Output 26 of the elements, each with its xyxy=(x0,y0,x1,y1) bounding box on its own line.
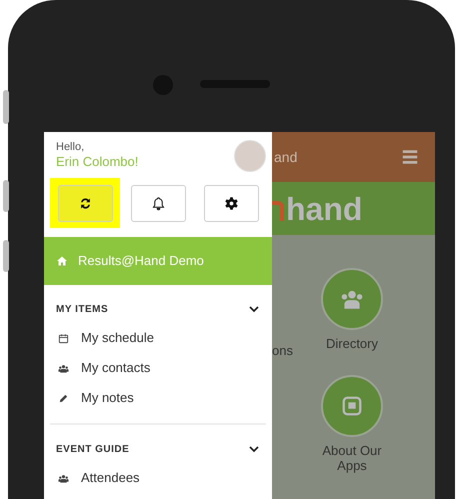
menu-item[interactable]: Attendees xyxy=(44,463,272,493)
section-header[interactable]: EVENT GUIDE xyxy=(44,435,272,463)
tile-label: Directory xyxy=(324,336,379,351)
home-icon xyxy=(56,255,68,267)
settings-icon xyxy=(224,196,238,210)
app-icon xyxy=(341,395,363,417)
calendar-icon xyxy=(58,332,69,344)
refresh-button[interactable] xyxy=(58,184,112,222)
menu-item[interactable]: My schedule xyxy=(44,323,272,353)
menu-item[interactable]: My notes xyxy=(44,383,272,413)
section-header[interactable]: MY ITEMS xyxy=(44,295,272,323)
menu-item[interactable]: My contacts xyxy=(44,353,272,383)
user-name: Erin Colombo! xyxy=(56,154,138,170)
bell-icon xyxy=(150,196,166,210)
app-title: and xyxy=(274,148,298,166)
people-icon xyxy=(58,472,69,484)
settings-button[interactable] xyxy=(204,184,258,222)
menu-icon xyxy=(401,148,419,166)
people-icon xyxy=(58,362,69,374)
logo-text: hand xyxy=(286,190,362,226)
avatar xyxy=(234,140,266,172)
pencil-icon xyxy=(58,392,69,404)
tile-label: About Our Apps xyxy=(321,443,383,473)
greeting-text: Hello, xyxy=(56,140,86,154)
tile-label: ons xyxy=(272,343,294,359)
bell-button[interactable] xyxy=(130,184,186,222)
